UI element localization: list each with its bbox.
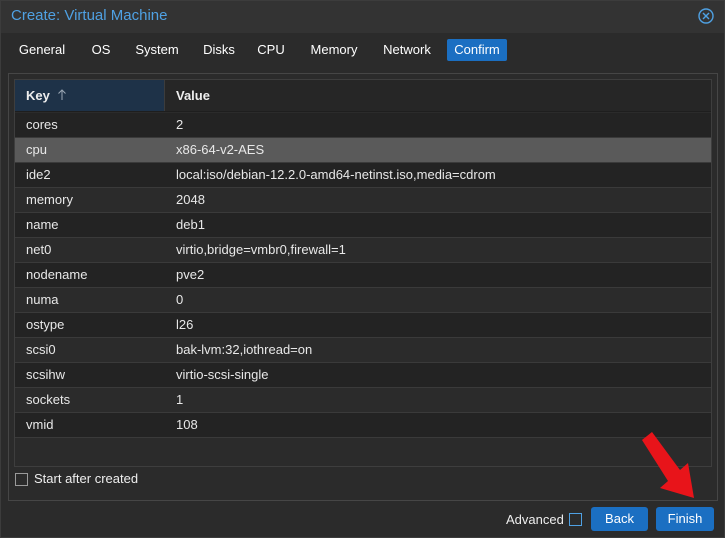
table-row[interactable]: scsi0 bak-lvm:32,iothread=on [15,338,711,363]
advanced-label: Advanced [506,512,564,527]
row-value: 1 [176,392,184,407]
summary-grid: Key Value cores 2 cpu x86-64-v2-AES ide2… [14,79,712,467]
tab-memory[interactable]: Memory [303,39,365,61]
row-value: 108 [176,417,198,432]
row-key: cpu [26,142,47,157]
row-value: local:iso/debian-12.2.0-amd64-netinst.is… [176,167,496,182]
row-key: sockets [26,392,71,407]
confirm-panel: Key Value cores 2 cpu x86-64-v2-AES ide2… [8,73,718,501]
row-value: deb1 [176,217,205,232]
row-value: l26 [176,317,194,332]
row-key: ostype [26,317,65,332]
dialog-title: Create: Virtual Machine [11,7,168,24]
table-row[interactable]: numa 0 [15,288,711,313]
table-row[interactable]: name deb1 [15,213,711,238]
row-key: cores [26,117,58,132]
table-row[interactable]: sockets 1 [15,388,711,413]
dialog-titlebar: Create: Virtual Machine [1,1,724,33]
advanced-checkbox[interactable] [569,513,582,526]
table-row[interactable]: ostype l26 [15,313,711,338]
dialog-footer: Advanced Back Finish [1,501,724,537]
tab-cpu[interactable]: CPU [252,39,290,61]
tab-network[interactable]: Network [375,39,439,61]
row-key: numa [26,292,59,307]
table-row[interactable]: nodename pve2 [15,263,711,288]
row-key: net0 [26,242,52,257]
row-key: memory [26,192,73,207]
row-value: bak-lvm:32,iothread=on [176,342,313,357]
table-row[interactable]: net0 virtio,bridge=vmbr0,firewall=1 [15,238,711,263]
row-key: scsihw [26,367,66,382]
sort-up-icon [57,81,67,100]
row-key: vmid [26,417,54,432]
tab-system[interactable]: System [128,39,186,61]
table-row-selected[interactable]: cpu x86-64-v2-AES [15,138,711,163]
grid-header: Key Value [15,80,711,112]
back-button[interactable]: Back [591,507,648,531]
row-value: pve2 [176,267,205,282]
table-row[interactable]: ide2 local:iso/debian-12.2.0-amd64-netin… [15,163,711,188]
table-row[interactable]: vmid 108 [15,413,711,438]
column-header-key-label: Key [26,88,50,103]
tab-os[interactable]: OS [86,39,116,61]
row-value: virtio,bridge=vmbr0,firewall=1 [176,242,346,257]
column-header-value[interactable]: Value [165,80,711,111]
column-header-value-label: Value [176,88,210,103]
table-row[interactable]: memory 2048 [15,188,711,213]
table-row[interactable]: cores 2 [15,113,711,138]
table-row[interactable]: scsihw virtio-scsi-single [15,363,711,388]
row-value: 2048 [176,192,205,207]
close-icon[interactable] [698,8,714,24]
start-after-created-label: Start after created [34,471,139,486]
row-key: name [26,217,59,232]
row-key: nodename [26,267,88,282]
tab-disks[interactable]: Disks [197,39,241,61]
row-value: x86-64-v2-AES [176,142,265,157]
start-after-created-checkbox[interactable] [15,473,28,486]
wizard-tabs: General OS System Disks CPU Memory Netwo… [9,37,716,65]
tab-confirm[interactable]: Confirm [447,39,507,61]
finish-button[interactable]: Finish [656,507,714,531]
create-vm-dialog: Create: Virtual Machine General OS Syste… [0,0,725,538]
row-value: 2 [176,117,184,132]
tab-general[interactable]: General [13,39,71,61]
column-header-key[interactable]: Key [15,80,165,111]
grid-rows: cores 2 cpu x86-64-v2-AES ide2 local:iso… [15,113,711,438]
row-value: 0 [176,292,184,307]
row-value: virtio-scsi-single [176,367,269,382]
row-key: ide2 [26,167,51,182]
row-key: scsi0 [26,342,56,357]
